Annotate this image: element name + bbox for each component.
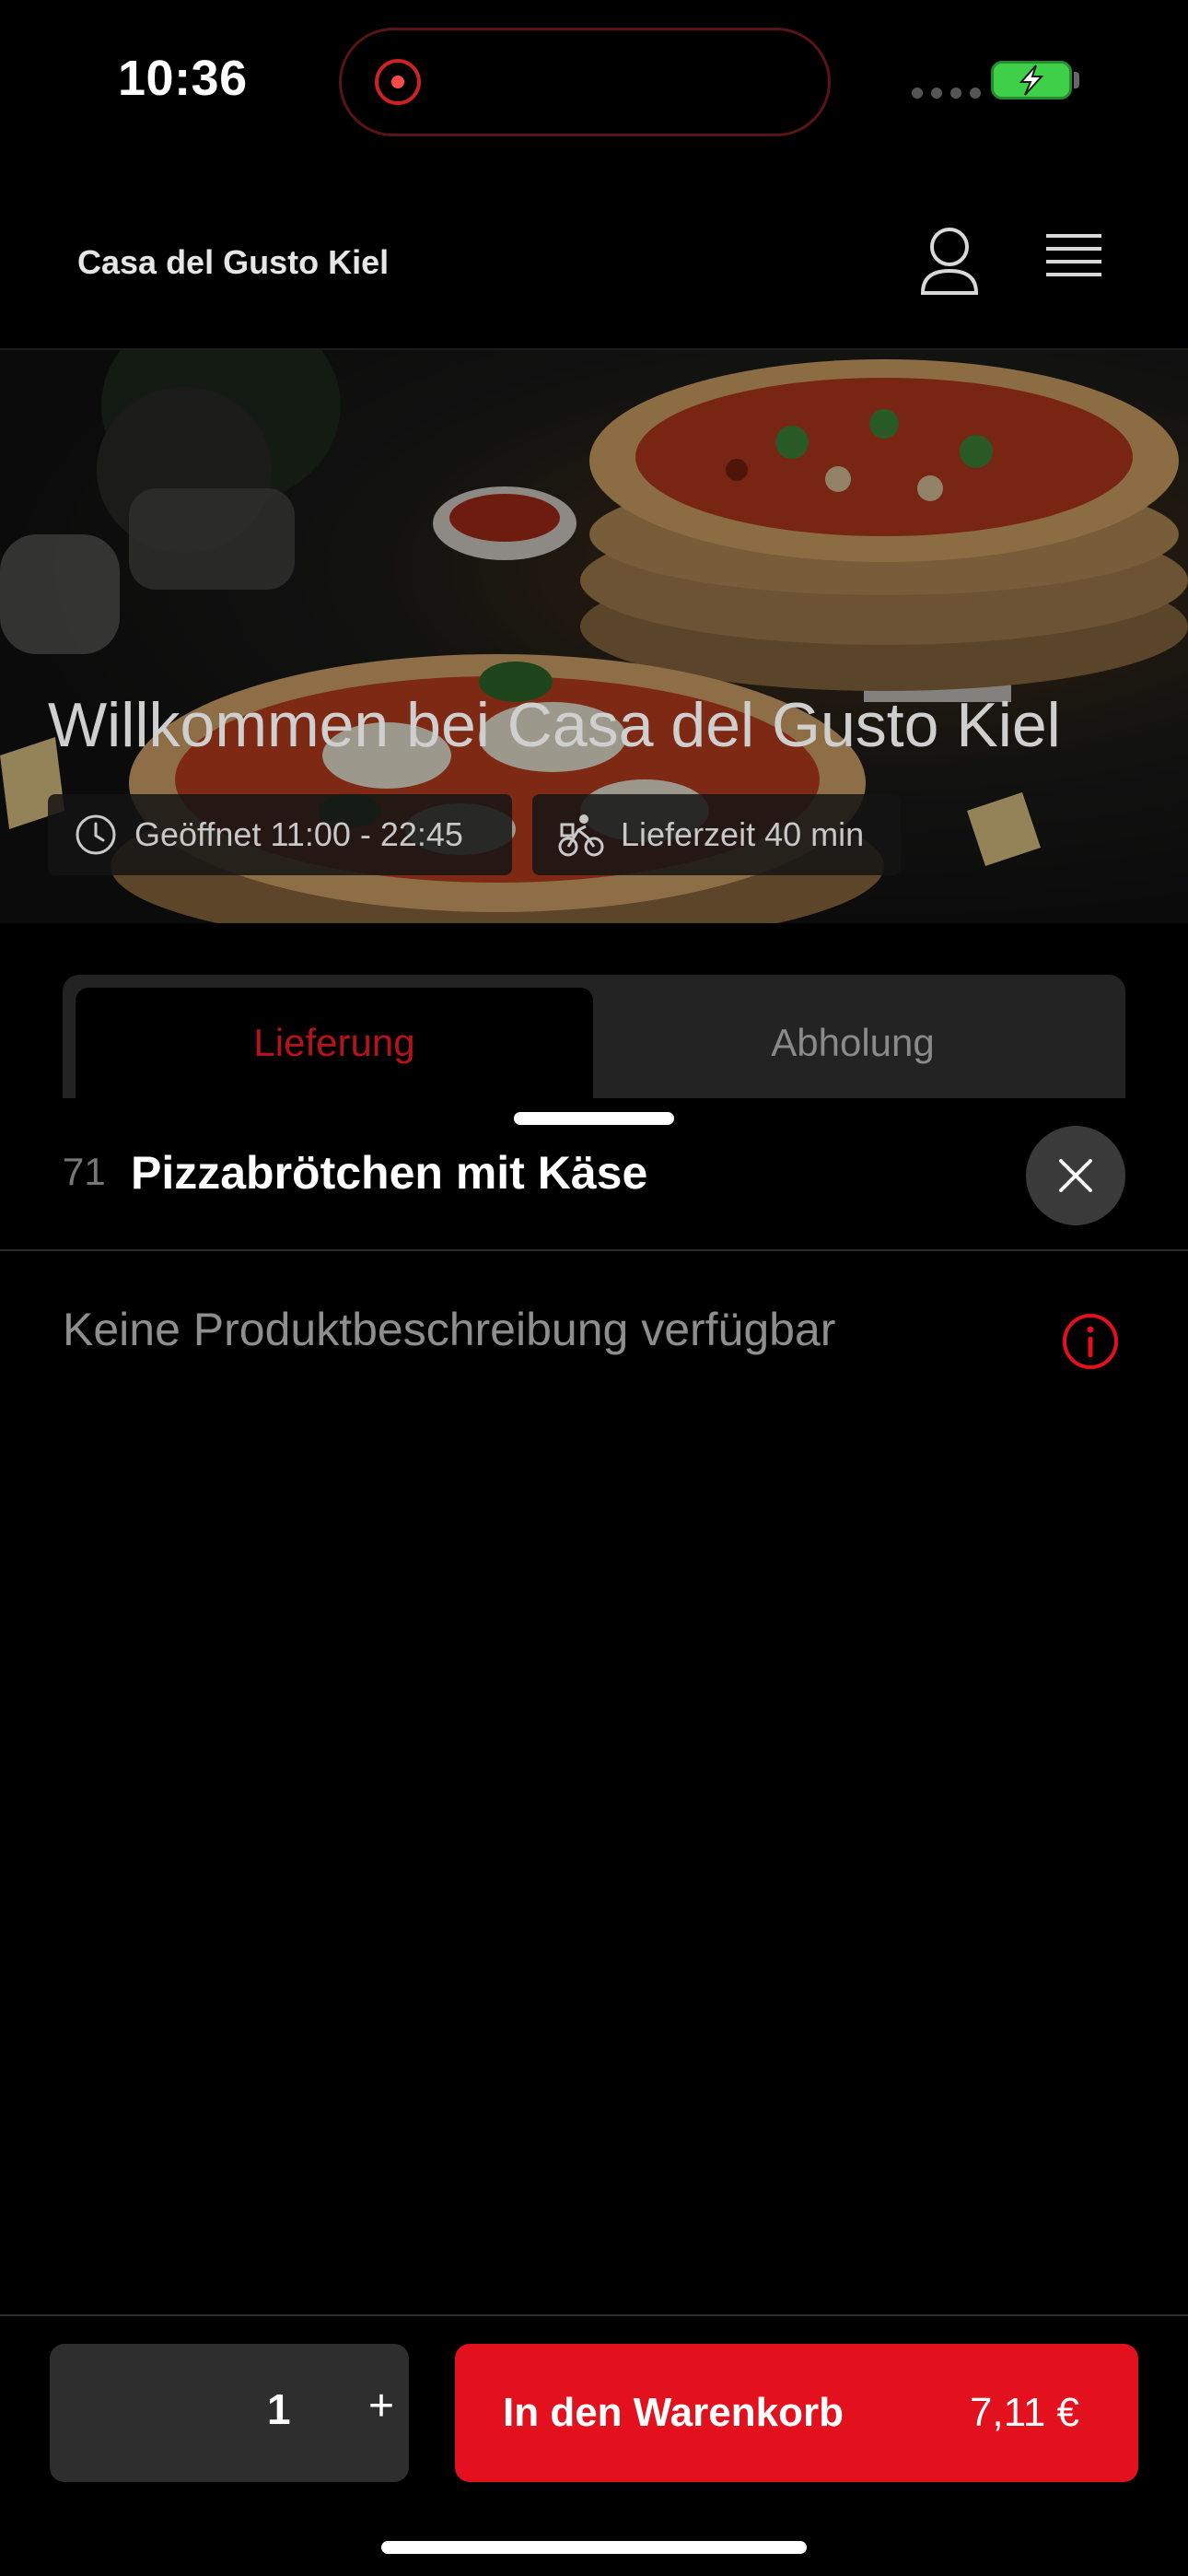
app-header: Casa del Gusto Kiel [0, 175, 1188, 350]
add-to-cart-label: In den Warenkorb [503, 2390, 844, 2435]
quantity-stepper: 1 + [50, 2344, 409, 2482]
add-to-cart-button[interactable]: In den Warenkorb 7,11 € [455, 2344, 1138, 2482]
sheet-divider [0, 1249, 1188, 1251]
battery-cap [1074, 72, 1079, 88]
user-icon[interactable] [917, 225, 982, 299]
dynamic-island [339, 28, 831, 136]
increase-quantity-button[interactable]: + [368, 2381, 394, 2431]
home-indicator[interactable] [381, 2541, 807, 2554]
hero-title: Willkommen bei Casa del Gusto Kiel [48, 690, 1061, 760]
product-number: 71 [63, 1150, 106, 1193]
product-description: Keine Produktbeschreibung verfügbar [63, 1304, 836, 1355]
close-button[interactable] [1026, 1126, 1125, 1225]
delivery-time-text: Lieferzeit 40 min [621, 815, 865, 853]
close-icon [1059, 1159, 1092, 1192]
opening-hours-chip: Geöffnet 11:00 - 22:45 [48, 794, 512, 875]
bottom-bar-divider [0, 2314, 1188, 2316]
delivery-time-chip: Lieferzeit 40 min [532, 794, 901, 875]
product-price: 7,11 € [969, 2390, 1079, 2435]
bicycle-icon [558, 814, 604, 857]
signal-icon [912, 88, 981, 99]
product-name: Pizzabrötchen mit Käse [131, 1147, 648, 1199]
tab-pickup[interactable]: Abholung [593, 988, 1112, 1098]
clock-icon [76, 814, 116, 855]
tab-delivery[interactable]: Lieferung [76, 988, 593, 1098]
status-time: 10:36 [118, 51, 248, 106]
order-mode-tabs: Lieferung Abholung [63, 975, 1125, 1098]
menu-icon[interactable] [1044, 230, 1103, 286]
record-icon [375, 59, 421, 105]
quantity-value: 1 [267, 2385, 291, 2433]
brand-name[interactable]: Casa del Gusto Kiel [77, 243, 389, 282]
battery-icon [991, 61, 1072, 100]
opening-hours-text: Geöffnet 11:00 - 22:45 [134, 815, 463, 853]
info-icon[interactable] [1061, 1312, 1120, 1371]
hero-banner: Willkommen bei Casa del Gusto Kiel Geöff… [0, 350, 1188, 923]
sheet-grabber[interactable] [514, 1112, 674, 1125]
